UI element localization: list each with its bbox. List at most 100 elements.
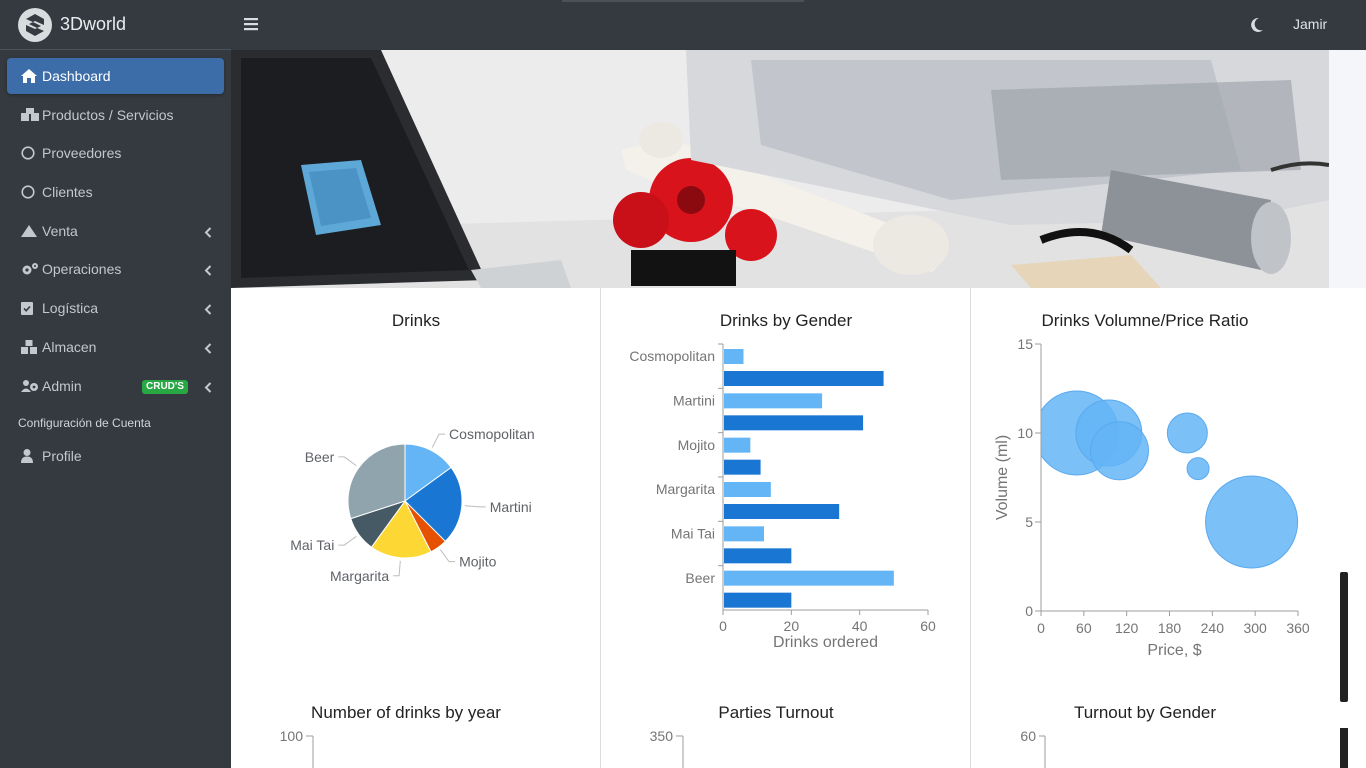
y-tick-label: Cosmopolitan	[629, 348, 715, 364]
y-axis-label: Volume (ml)	[994, 435, 1011, 520]
sidebar-item-clientes[interactable]: Clientes	[7, 174, 224, 210]
y-tick-label: Margarita	[656, 481, 715, 497]
sidebar-nav: Dashboard Productos / Servicios Proveedo…	[0, 50, 231, 474]
bar-chart-drinks-by-gender: Cosmopolitan Martini Mojito Margarita Mai Ta…	[629, 343, 936, 651]
sidebar-item-operaciones[interactable]: Operaciones	[7, 251, 224, 287]
sidebar-item-logistica[interactable]: Logística	[7, 290, 224, 326]
bar[interactable]	[724, 526, 764, 542]
clipboard-check-icon	[21, 301, 41, 316]
sidebar-item-label: Proveedores	[42, 145, 122, 162]
chart-title-turnout-by-gender: Turnout by Gender	[1073, 703, 1217, 722]
bar[interactable]	[724, 415, 864, 431]
tick-label: 100	[280, 728, 304, 744]
brand[interactable]: 3Dworld	[0, 0, 231, 50]
x-tick-label: 0	[1037, 620, 1045, 636]
tent-icon	[21, 224, 41, 237]
scrollbar-thumb[interactable]	[1340, 572, 1348, 702]
user-name[interactable]: Jamir	[1293, 16, 1327, 32]
boxes-icon	[21, 107, 41, 122]
x-axis-label: Price, $	[1147, 642, 1201, 659]
bar[interactable]	[724, 349, 744, 364]
sidebar-item-label: Admin	[42, 377, 82, 394]
bar[interactable]	[724, 504, 840, 519]
y-tick-label: 0	[1025, 603, 1033, 619]
pie-leader-line	[338, 456, 357, 467]
bottom-charts-axes: 100 350 60	[280, 728, 1046, 768]
x-tick-label: 0	[719, 618, 727, 634]
chevron-left-icon	[204, 263, 212, 279]
sidebar-item-label: Operaciones	[42, 261, 122, 278]
hero-banner-image	[231, 50, 1329, 288]
sidebar-item-label: Dashboard	[42, 68, 111, 84]
bubble-point[interactable]	[1186, 457, 1210, 481]
x-axis-label: Drinks ordered	[773, 634, 878, 651]
sidebar-item-label: Logística	[42, 300, 99, 317]
pie-leader-line	[464, 505, 486, 508]
sidebar-item-almacen[interactable]: Almacen	[7, 329, 224, 365]
chart-title-drinks: Drinks	[391, 311, 441, 330]
chart-title-parties-turnout: Parties Turnout	[718, 703, 834, 722]
chevron-left-icon	[204, 302, 212, 318]
users-cog-icon	[21, 379, 41, 393]
bubble-point[interactable]	[1166, 412, 1208, 454]
user-icon	[21, 449, 41, 464]
app-root: 3Dworld Dashboard Productos / Servicios …	[0, 0, 1366, 768]
chart-title-volume-price: Drinks Volumne/Price Ratio	[1041, 311, 1249, 330]
pie-leader-line	[338, 535, 357, 546]
pie-leader-line	[439, 549, 456, 563]
pie-label: Martini	[490, 499, 532, 515]
bubble-point[interactable]	[1205, 475, 1299, 569]
bar[interactable]	[724, 393, 823, 409]
bar[interactable]	[724, 437, 751, 453]
pie-chart-drinks: Cosmopolitan Martini Mojito Margarita Mai Ta…	[290, 426, 535, 584]
sidebar-item-venta[interactable]: Venta	[7, 213, 224, 249]
tick-label: 60	[1020, 728, 1036, 744]
circle-icon	[21, 146, 41, 160]
y-tick-label: 10	[1017, 425, 1033, 441]
sidebar-item-label: Venta	[42, 222, 78, 239]
scrollbar-track-end	[1340, 728, 1348, 768]
bar[interactable]	[724, 548, 792, 564]
bar[interactable]	[724, 570, 894, 586]
x-tick-label: 180	[1158, 620, 1182, 636]
y-tick-label: 15	[1017, 336, 1033, 352]
pie-label: Cosmopolitan	[449, 426, 535, 442]
sidebar-item-label: Profile	[42, 448, 82, 465]
topbar-accent	[562, 0, 804, 2]
gears-icon	[21, 262, 41, 276]
bar[interactable]	[724, 371, 884, 386]
bar[interactable]	[724, 592, 792, 608]
y-tick-label: Beer	[685, 570, 715, 586]
sidebar-item-label: Clientes	[42, 184, 93, 201]
bar[interactable]	[724, 482, 771, 497]
sidebar-item-profile[interactable]: Profile	[7, 438, 224, 474]
sidebar-item-dashboard[interactable]: Dashboard	[7, 58, 224, 94]
tick-label: 350	[650, 728, 674, 744]
bubble-series	[1041, 390, 1299, 569]
topbar: Jamir	[231, 0, 1366, 50]
pie-label: Beer	[305, 449, 335, 465]
bubble-chart-volume-price: 0 60 120 180 240 300 360 0 5 10 15 Price, $ Volume (…	[994, 336, 1310, 659]
chart-title-drinks-by-year: Number of drinks by year	[311, 703, 501, 722]
bubble-point[interactable]	[1090, 421, 1150, 481]
x-tick-label: 20	[784, 618, 800, 634]
pie-label: Mojito	[459, 554, 497, 570]
chevron-left-icon	[204, 225, 212, 241]
moon-icon[interactable]	[1250, 17, 1264, 38]
brand-name: 3Dworld	[60, 14, 127, 34]
3dworld-logo-icon	[18, 7, 52, 42]
y-tick-label: Mojito	[678, 437, 716, 453]
sidebar-item-proveedores[interactable]: Proveedores	[7, 135, 224, 171]
hamburger-icon[interactable]	[244, 16, 258, 37]
sidebar-item-productos[interactable]: Productos / Servicios	[7, 97, 224, 133]
x-tick-label: 120	[1115, 620, 1139, 636]
sidebar-item-admin[interactable]: Admin CRUD'S	[7, 368, 224, 404]
bar[interactable]	[724, 459, 761, 475]
pie-label: Mai Tai	[290, 537, 334, 553]
y-tick-label: Martini	[673, 393, 715, 409]
chart-title-drinks-by-gender: Drinks by Gender	[719, 311, 853, 330]
y-tick-label: Mai Tai	[671, 526, 715, 542]
x-tick-label: 40	[852, 618, 868, 634]
crud-badge: CRUD'S	[142, 379, 188, 394]
x-tick-label: 360	[1286, 620, 1310, 636]
